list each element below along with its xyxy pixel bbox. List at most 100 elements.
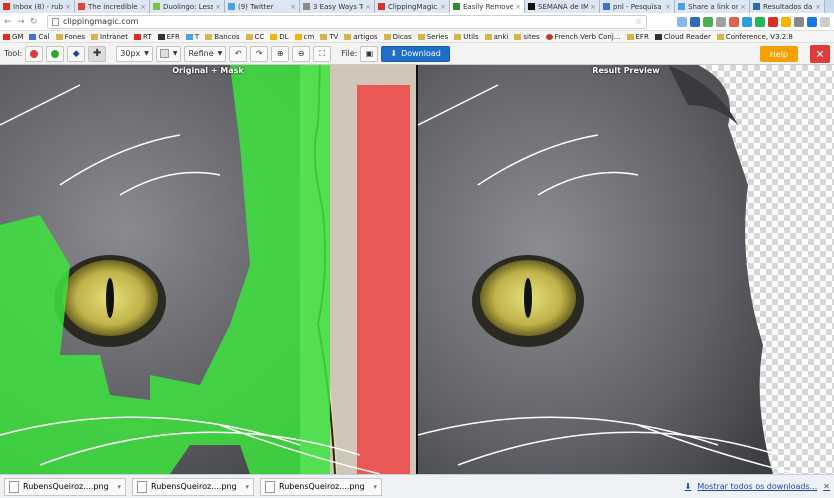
tab-duolingo[interactable]: Duolingo: Lesso × <box>150 0 225 13</box>
extension-icon[interactable] <box>768 16 778 27</box>
tab-easy-ways[interactable]: 3 Easy Ways To × <box>300 0 375 13</box>
bookmark-item[interactable]: Utils <box>454 33 479 41</box>
file-icon <box>137 480 147 493</box>
download-item[interactable]: RubensQueiroz....png ▾ <box>132 477 254 496</box>
chevron-down-icon: ▼ <box>172 50 178 57</box>
pan-tool-button[interactable]: ✚ <box>88 45 107 62</box>
close-tab-icon[interactable]: × <box>665 3 671 11</box>
bookmark-item[interactable]: CC <box>245 33 264 41</box>
close-tab-icon[interactable]: × <box>440 3 446 11</box>
bookmark-item[interactable]: Bancos <box>205 33 240 41</box>
close-button[interactable]: ✕ <box>810 45 830 63</box>
close-tab-icon[interactable]: × <box>140 3 146 11</box>
extension-icon[interactable] <box>677 16 687 27</box>
bookmark-item[interactable]: anki <box>484 33 508 41</box>
tab-semana[interactable]: SEMANA de IMC× <box>525 0 600 13</box>
star-icon[interactable]: ☆ <box>635 17 642 26</box>
tab-share[interactable]: Share a link on × <box>675 0 750 13</box>
extension-icon[interactable] <box>703 16 713 27</box>
brush-size-select[interactable]: 30px ▼ <box>116 45 153 62</box>
bookmark-item[interactable]: artigos <box>344 33 378 41</box>
tab-twitter[interactable]: (9) Twitter × <box>225 0 300 13</box>
back-icon[interactable]: ← <box>4 17 14 27</box>
bookmark-item[interactable]: sites <box>514 33 540 41</box>
bookmark-item[interactable]: Fones <box>55 33 85 41</box>
background-select[interactable]: ▼ <box>155 45 182 62</box>
bookmark-item[interactable]: Intranet <box>91 33 128 41</box>
bookmark-item[interactable]: Conference, V3.2.8 <box>716 33 793 41</box>
tab-pnl[interactable]: pnl - Pesquisa G× <box>600 0 675 13</box>
close-tab-icon[interactable]: × <box>365 3 371 11</box>
show-all-downloads-link[interactable]: Mostrar todos os downloads... <box>697 482 817 491</box>
bookmark-item[interactable]: Cloud Reader <box>654 33 711 41</box>
folder-icon <box>205 33 213 40</box>
twitter-icon <box>228 3 235 10</box>
bookmark-item[interactable]: GM <box>3 33 23 41</box>
zoom-in-button[interactable]: ⊕ <box>271 45 290 62</box>
undo-button[interactable]: ↶ <box>229 45 248 62</box>
calendar-icon <box>29 33 37 40</box>
bookmark-item[interactable]: T <box>185 33 199 41</box>
close-tab-icon[interactable]: × <box>815 3 821 11</box>
save-button[interactable]: ▣ <box>360 45 379 62</box>
favicon-icon <box>294 33 302 40</box>
bookmark-item[interactable]: French Verb Conj... <box>545 33 621 41</box>
bookmark-item[interactable]: Dicas <box>383 33 412 41</box>
hair-tool-button[interactable]: ◆ <box>67 45 86 62</box>
bookmark-item[interactable]: Series <box>417 33 448 41</box>
forward-icon[interactable]: → <box>17 17 27 27</box>
zoom-in-icon: ⊕ <box>276 49 284 58</box>
tab-inbox[interactable]: Inbox (8) - rubens× <box>0 0 75 13</box>
chevron-down-icon[interactable]: ▾ <box>117 483 121 491</box>
bookmark-item[interactable]: TV <box>320 33 338 41</box>
close-tab-icon[interactable]: × <box>590 3 596 11</box>
extension-icon[interactable] <box>729 16 739 27</box>
keep-tool-button[interactable] <box>46 45 65 62</box>
zoom-out-button[interactable]: ⊖ <box>292 45 311 62</box>
bookmark-item[interactable]: DL <box>270 33 289 41</box>
download-item[interactable]: RubensQueiroz....png ▾ <box>260 477 382 496</box>
chevron-down-icon: ▼ <box>217 50 223 57</box>
remove-tool-button[interactable] <box>25 45 44 62</box>
chevron-down-icon[interactable]: ▾ <box>245 483 249 491</box>
close-tab-icon[interactable]: × <box>65 3 71 11</box>
favicon-icon <box>753 3 760 10</box>
extension-icon[interactable] <box>742 16 752 27</box>
folder-icon <box>55 33 63 40</box>
extension-icon[interactable] <box>807 16 817 27</box>
tab-clippingmagic[interactable]: ClippingMagic.c × <box>375 0 450 13</box>
refine-select[interactable]: Refine ▼ <box>184 45 227 62</box>
reload-icon[interactable]: ↻ <box>30 17 40 27</box>
chevron-down-icon[interactable]: ▾ <box>373 483 377 491</box>
bookmark-item[interactable]: Cal <box>29 33 50 41</box>
close-tab-icon[interactable]: × <box>515 3 521 11</box>
extension-icon[interactable] <box>755 16 765 27</box>
extension-icon[interactable] <box>716 16 726 27</box>
close-tab-icon[interactable]: × <box>215 3 221 11</box>
fit-button[interactable]: ⛶ <box>313 45 332 62</box>
download-button[interactable]: ⬇ Download <box>381 45 450 62</box>
help-button[interactable]: Help <box>759 46 798 62</box>
extension-icon[interactable] <box>794 16 804 27</box>
tab-easily-remove[interactable]: Easily Remove B× <box>450 0 525 13</box>
extension-icon[interactable] <box>781 16 791 27</box>
tab-incredible[interactable]: The incredible r × <box>75 0 150 13</box>
extension-icon[interactable] <box>690 16 700 27</box>
close-tab-icon[interactable]: × <box>740 3 746 11</box>
url-input[interactable]: clippingmagic.com ☆ <box>47 14 647 29</box>
tab-resultados[interactable]: Resultados da P× <box>750 0 825 13</box>
fullscreen-icon: ⛶ <box>319 48 326 58</box>
bookmark-item[interactable]: RT <box>133 33 152 41</box>
bookmark-item[interactable]: EFR <box>626 33 649 41</box>
file-label: File: <box>341 49 358 58</box>
result-preview-pane[interactable]: Result Preview <box>418 65 834 474</box>
original-mask-pane[interactable]: Original + Mask <box>0 65 416 474</box>
close-downloads-icon[interactable]: ✕ <box>823 482 830 491</box>
menu-icon[interactable] <box>820 16 830 27</box>
plus-icon <box>51 49 60 58</box>
redo-button[interactable]: ↷ <box>250 45 269 62</box>
close-tab-icon[interactable]: × <box>290 3 296 11</box>
bookmark-item[interactable]: EFR <box>157 33 180 41</box>
bookmark-item[interactable]: cm <box>294 33 314 41</box>
download-item[interactable]: RubensQueiroz....png ▾ <box>4 477 126 496</box>
